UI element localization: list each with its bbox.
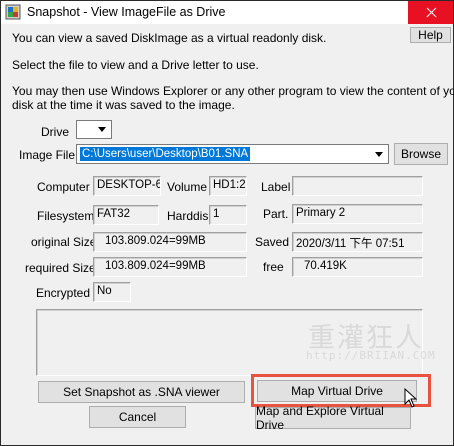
snapshot-window: Snapshot - View ImageFile as Drive Help …	[0, 0, 454, 446]
drive-label: Drive	[41, 125, 70, 139]
close-button[interactable]	[408, 1, 453, 24]
saved-field: 2020/3/11 下午 07:51	[292, 232, 423, 252]
required-size-label: required Size	[25, 261, 96, 275]
mouse-pointer-icon	[404, 388, 418, 408]
part-label: Part.	[263, 207, 289, 221]
encrypted-label: Encrypted	[36, 286, 91, 300]
image-file-value: C:\Users\user\Desktop\B01.SNA	[80, 147, 251, 161]
watermark-url: http://BRIIAN.COM	[306, 349, 436, 362]
filesystem-label: Filesystem	[37, 209, 95, 223]
label-label: Label	[261, 180, 291, 194]
original-size-label: original Size	[31, 235, 97, 249]
harddisk-label: Harddisk	[167, 209, 215, 223]
volume-label: Volume	[167, 180, 208, 194]
filesystem-field: FAT32	[93, 205, 159, 225]
label-field	[292, 176, 423, 196]
intro-line-4: disk at the time it was saved to the ima…	[12, 98, 235, 112]
set-snapshot-viewer-button[interactable]: Set Snapshot as .SNA viewer	[38, 381, 245, 403]
intro-line-1: You can view a saved DiskImage as a virt…	[12, 31, 327, 45]
browse-button[interactable]: Browse	[394, 143, 448, 165]
computer-label: Computer	[37, 180, 90, 194]
chevron-down-icon[interactable]	[94, 122, 110, 137]
original-size-field: 103.809.024=99MB	[93, 232, 247, 252]
intro-line-2: Select the file to view and a Drive lett…	[12, 58, 259, 72]
cancel-button[interactable]: Cancel	[89, 406, 186, 428]
help-button[interactable]: Help	[410, 27, 451, 43]
image-file-label: Image File	[19, 148, 76, 162]
image-file-select[interactable]: C:\Users\user\Desktop\B01.SNA	[76, 144, 389, 164]
title-bar: Snapshot - View ImageFile as Drive	[1, 1, 453, 24]
harddisk-field: 1	[209, 205, 247, 225]
part-field: Primary 2	[292, 204, 423, 224]
snapshot-app-icon	[5, 4, 21, 20]
free-field: 70.419K	[292, 257, 423, 277]
chevron-down-icon[interactable]	[371, 146, 387, 162]
saved-label: Saved	[255, 235, 290, 249]
volume-field: HD1:2	[209, 176, 247, 196]
window-title: Snapshot - View ImageFile as Drive	[27, 5, 226, 19]
intro-line-3: You may then use Windows Explorer or any…	[12, 84, 454, 98]
encrypted-field: No	[93, 282, 131, 302]
free-label: free	[263, 260, 284, 274]
required-size-field: 103.809.024=99MB	[93, 257, 247, 277]
computer-field: DESKTOP-6T	[93, 176, 161, 196]
map-and-explore-button[interactable]: Map and Explore Virtual Drive	[255, 404, 411, 432]
drive-select[interactable]	[76, 120, 112, 139]
